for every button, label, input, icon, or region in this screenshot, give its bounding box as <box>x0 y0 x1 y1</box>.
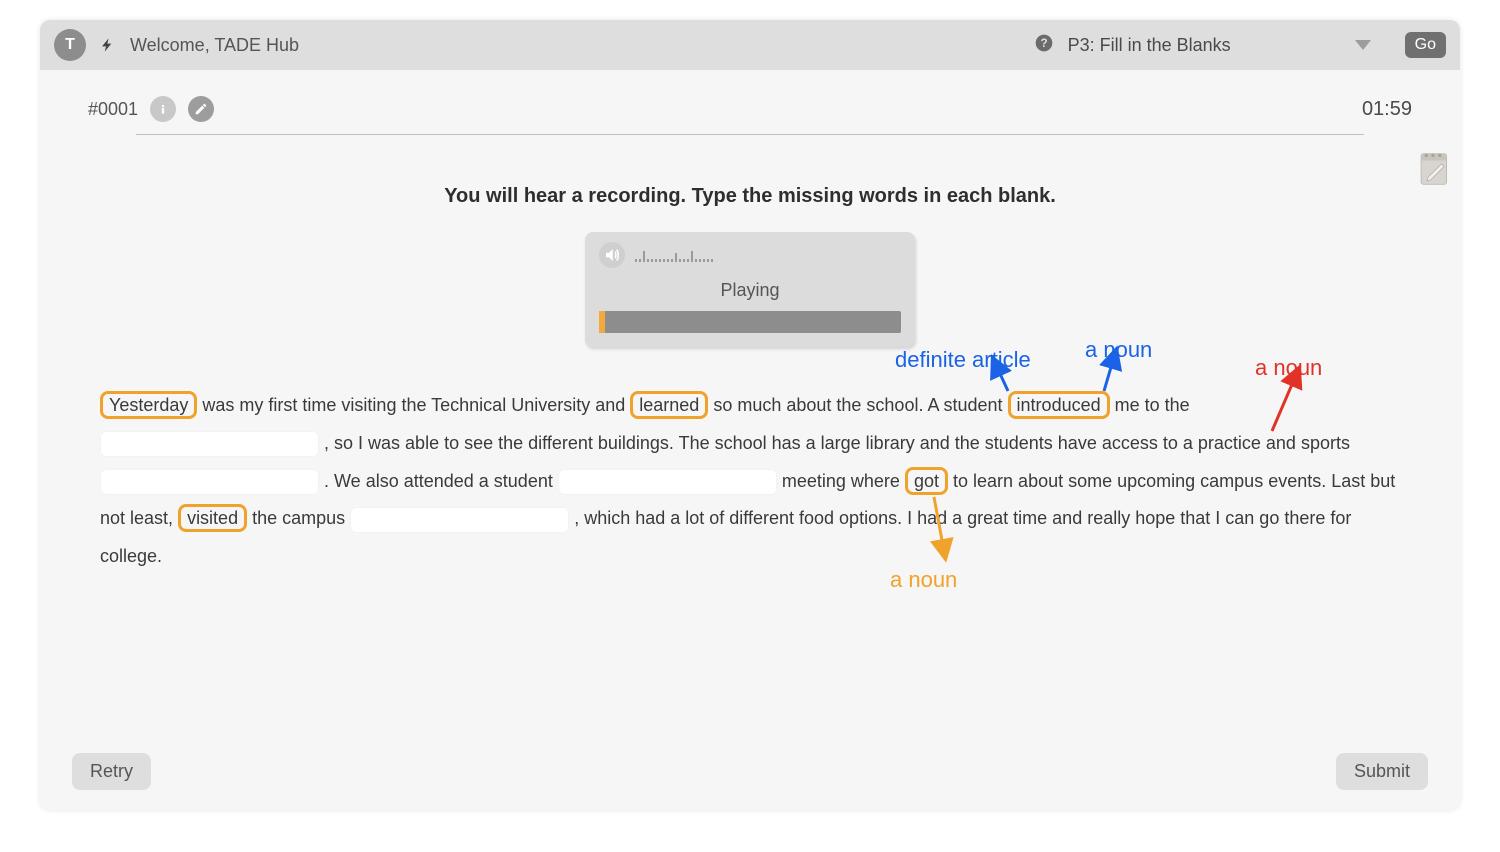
topbar: T Welcome, TADE Hub ? P3: Fill in the Bl… <box>40 20 1460 70</box>
highlight-got: got <box>905 467 948 495</box>
blank-input-2[interactable] <box>100 469 319 495</box>
svg-text:?: ? <box>1040 37 1047 50</box>
app-card: T Welcome, TADE Hub ? P3: Fill in the Bl… <box>40 20 1460 810</box>
text: was my first time visiting the Technical… <box>202 395 625 415</box>
highlight-visited: visited <box>178 504 247 532</box>
highlight-introduced: introduced <box>1008 391 1110 419</box>
retry-button[interactable]: Retry <box>72 753 151 790</box>
edit-icon[interactable] <box>188 96 214 122</box>
text: me to the <box>1115 395 1190 415</box>
exercise-title: P3: Fill in the Blanks <box>1068 35 1231 56</box>
annotation-noun-red: a noun <box>1255 345 1322 391</box>
annotation-noun-blue: a noun <box>1085 327 1152 373</box>
avatar[interactable]: T <box>54 29 86 61</box>
divider <box>136 134 1364 135</box>
question-id: #0001 <box>88 99 138 120</box>
timer: 01:59 <box>1362 98 1412 121</box>
text: so much about the school. A student <box>713 395 1002 415</box>
go-button[interactable]: Go <box>1405 32 1446 58</box>
chevron-down-icon[interactable] <box>1355 40 1371 50</box>
progress-bar[interactable] <box>599 311 901 333</box>
text: the campus <box>252 508 345 528</box>
annotation-noun-orange: a noun <box>890 557 957 603</box>
subbar: #0001 01:59 <box>40 70 1460 128</box>
highlight-yesterday: Yesterday <box>100 391 197 419</box>
annotation-definite-article: definite article <box>895 337 1031 383</box>
blank-input-3[interactable] <box>558 469 777 495</box>
blank-input-4[interactable] <box>350 507 569 533</box>
info-icon[interactable] <box>150 96 176 122</box>
blank-input-1[interactable] <box>100 431 319 457</box>
submit-button[interactable]: Submit <box>1336 753 1428 790</box>
waveform-icon <box>635 248 713 262</box>
help-icon[interactable]: ? <box>1034 33 1054 58</box>
audio-player[interactable]: Playing <box>585 232 915 347</box>
notepad-icon[interactable] <box>1416 150 1450 188</box>
highlight-learned: learned <box>630 391 708 419</box>
text: . We also attended a student <box>324 471 553 491</box>
instruction-text: You will hear a recording. Type the miss… <box>40 185 1460 208</box>
speaker-icon[interactable] <box>599 242 625 268</box>
welcome-text: Welcome, TADE Hub <box>130 35 299 56</box>
arrow-orange-icon <box>930 493 960 569</box>
lightning-icon <box>100 37 116 53</box>
reading-passage: definite article a noun a noun a noun Ye… <box>40 347 1460 576</box>
progress-fill <box>599 311 605 333</box>
text: meeting where <box>782 471 900 491</box>
player-status: Playing <box>599 280 901 301</box>
footer: Retry Submit <box>40 753 1460 790</box>
text: , so I was able to see the different bui… <box>324 433 1350 453</box>
